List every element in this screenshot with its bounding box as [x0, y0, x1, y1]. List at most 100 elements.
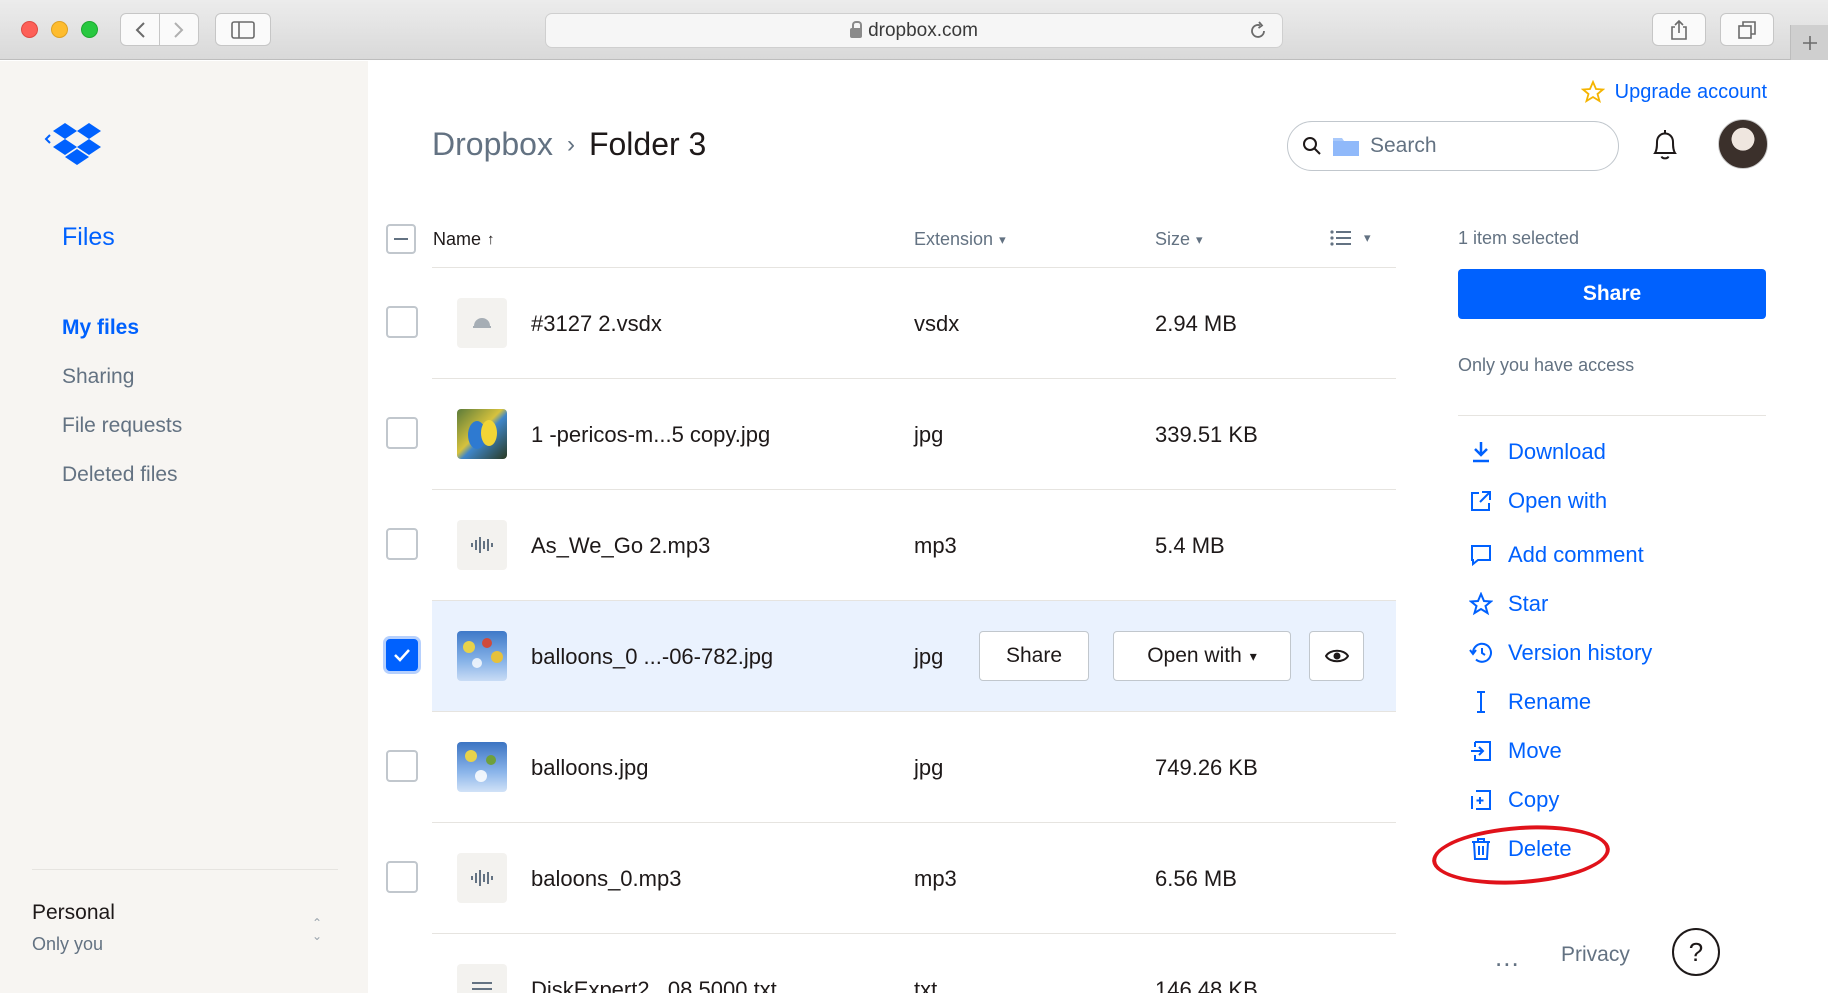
- sidebar-item-my-files[interactable]: My files: [62, 316, 182, 365]
- upgrade-account-link[interactable]: Upgrade account: [1580, 80, 1767, 104]
- zoom-window-button[interactable]: [81, 21, 98, 38]
- access-text: Only you have access: [1458, 355, 1635, 375]
- account-name: Personal: [32, 901, 115, 924]
- sidebar-icon: [231, 20, 255, 39]
- avatar[interactable]: [1718, 119, 1768, 169]
- sidebar-toggle-button[interactable]: [215, 13, 271, 46]
- row-share-button[interactable]: Share: [979, 631, 1089, 681]
- breadcrumb-root[interactable]: Dropbox: [432, 126, 553, 163]
- search-box[interactable]: [1287, 121, 1619, 171]
- tabs-overview-button[interactable]: [1720, 13, 1774, 46]
- minimize-window-button[interactable]: [51, 21, 68, 38]
- action-move[interactable]: Move: [1468, 738, 1562, 764]
- action-version-history[interactable]: Version history: [1468, 640, 1652, 666]
- close-window-button[interactable]: [21, 21, 38, 38]
- open-with-label: Open with: [1147, 644, 1242, 667]
- file-name[interactable]: baloons_0.mp3: [531, 866, 681, 892]
- share-button[interactable]: Share: [1458, 269, 1766, 319]
- file-name[interactable]: DiskExpert2...08.5000.txt: [531, 977, 777, 993]
- column-size-header[interactable]: Size ▾: [1155, 229, 1203, 250]
- action-label: Copy: [1508, 787, 1560, 812]
- row-checkbox[interactable]: [386, 528, 418, 560]
- bird-photo-thumbnail: [457, 409, 507, 459]
- select-all-checkbox[interactable]: [386, 224, 416, 254]
- copy-icon: [1468, 787, 1494, 813]
- audio-icon: [457, 853, 507, 903]
- action-download[interactable]: Download: [1468, 439, 1606, 465]
- file-name[interactable]: As_We_Go 2.mp3: [531, 533, 710, 559]
- table-row[interactable]: 1 -pericos-m...5 copy.jpg jpg 339.51 KB: [386, 379, 1396, 489]
- text-file-icon: [457, 964, 507, 993]
- sidebar-item-sharing[interactable]: Sharing: [62, 365, 182, 414]
- sidebar-title-files[interactable]: Files: [62, 223, 115, 252]
- view-options-button[interactable]: ▾: [1330, 229, 1371, 247]
- generic-file-icon: [457, 298, 507, 348]
- row-checkbox[interactable]: [386, 417, 418, 449]
- table-row[interactable]: As_We_Go 2.mp3 mp3 5.4 MB: [386, 490, 1396, 600]
- table-row[interactable]: balloons.jpg jpg 749.26 KB: [386, 712, 1396, 822]
- row-checkbox[interactable]: [386, 306, 418, 338]
- privacy-link[interactable]: Privacy: [1561, 943, 1630, 967]
- forward-button[interactable]: [159, 13, 199, 46]
- sidebar-nav: My files Sharing File requests Deleted f…: [62, 316, 182, 512]
- sidebar-item-file-requests[interactable]: File requests: [62, 414, 182, 463]
- search-input[interactable]: [1370, 134, 1570, 158]
- chevron-right-icon: [174, 21, 184, 38]
- sidebar-divider: [32, 869, 338, 870]
- audio-icon: [457, 520, 507, 570]
- account-subtitle: Only you: [32, 934, 104, 954]
- action-copy[interactable]: Copy: [1468, 787, 1559, 813]
- new-tab-button[interactable]: [1790, 25, 1828, 60]
- file-name[interactable]: 1 -pericos-m...5 copy.jpg: [531, 422, 770, 448]
- action-label: Rename: [1508, 689, 1592, 714]
- table-row[interactable]: baloons_0.mp3 mp3 6.56 MB: [386, 823, 1396, 933]
- more-options-button[interactable]: ...: [1495, 942, 1520, 973]
- table-row[interactable]: DiskExpert2...08.5000.txt txt 146.48 KB: [432, 934, 1396, 993]
- breadcrumb-separator: ›: [566, 130, 575, 158]
- caret-down-icon: ▾: [1364, 230, 1371, 245]
- balloons-photo-thumbnail: [457, 742, 507, 792]
- file-name[interactable]: balloons.jpg: [531, 755, 648, 781]
- chevron-updown-icon[interactable]: ⌃ ⌄: [312, 917, 322, 943]
- file-size: 339.51 KB: [1155, 422, 1258, 447]
- action-add-comment[interactable]: Add comment: [1468, 542, 1644, 568]
- help-button[interactable]: ?: [1672, 928, 1720, 976]
- bell-icon[interactable]: [1650, 128, 1680, 162]
- column-extension-header[interactable]: Extension ▾: [914, 229, 1006, 250]
- star-icon: [1468, 591, 1494, 617]
- address-bar[interactable]: dropbox.com: [545, 13, 1283, 48]
- file-size: 2.94 MB: [1155, 311, 1237, 336]
- sidebar: Files My files Sharing File requests Del…: [0, 61, 368, 993]
- upgrade-account-label: Upgrade account: [1614, 80, 1767, 103]
- back-button[interactable]: [120, 13, 160, 46]
- table-row-selected[interactable]: balloons_0 ...-06-782.jpg jpg Share Open…: [386, 601, 1396, 711]
- caret-down-icon: ▾: [1196, 231, 1203, 247]
- reload-icon[interactable]: [1248, 21, 1268, 41]
- file-extension: mp3: [914, 533, 957, 558]
- action-delete[interactable]: Delete: [1468, 836, 1572, 862]
- column-name-header[interactable]: Name ↑: [433, 229, 495, 250]
- action-rename[interactable]: Rename: [1468, 689, 1591, 715]
- sidebar-item-deleted-files[interactable]: Deleted files: [62, 463, 182, 512]
- sort-ascending-icon: ↑: [487, 231, 495, 248]
- dropbox-logo[interactable]: [42, 121, 114, 174]
- file-size: 6.56 MB: [1155, 866, 1237, 891]
- row-checkbox-checked[interactable]: [386, 639, 418, 671]
- share-browser-button[interactable]: [1652, 13, 1706, 46]
- action-open-with[interactable]: Open with: [1468, 488, 1607, 514]
- action-star[interactable]: Star: [1468, 591, 1548, 617]
- file-name[interactable]: #3127 2.vsdx: [531, 311, 662, 337]
- tabs-icon: [1738, 20, 1756, 39]
- preview-button[interactable]: [1309, 631, 1364, 681]
- row-checkbox[interactable]: [386, 861, 418, 893]
- account-switcher[interactable]: Personal Only you: [32, 901, 115, 955]
- file-size: 5.4 MB: [1155, 533, 1225, 558]
- row-checkbox[interactable]: [386, 750, 418, 782]
- row-open-with-button[interactable]: Open with ▾: [1113, 631, 1291, 681]
- file-name[interactable]: balloons_0 ...-06-782.jpg: [531, 644, 773, 670]
- file-extension: jpg: [914, 422, 944, 447]
- table-row[interactable]: #3127 2.vsdx vsdx 2.94 MB: [386, 268, 1396, 378]
- action-label: Open with: [1508, 488, 1608, 513]
- panel-divider: [1458, 415, 1766, 416]
- caret-down-icon: ▾: [1249, 647, 1257, 664]
